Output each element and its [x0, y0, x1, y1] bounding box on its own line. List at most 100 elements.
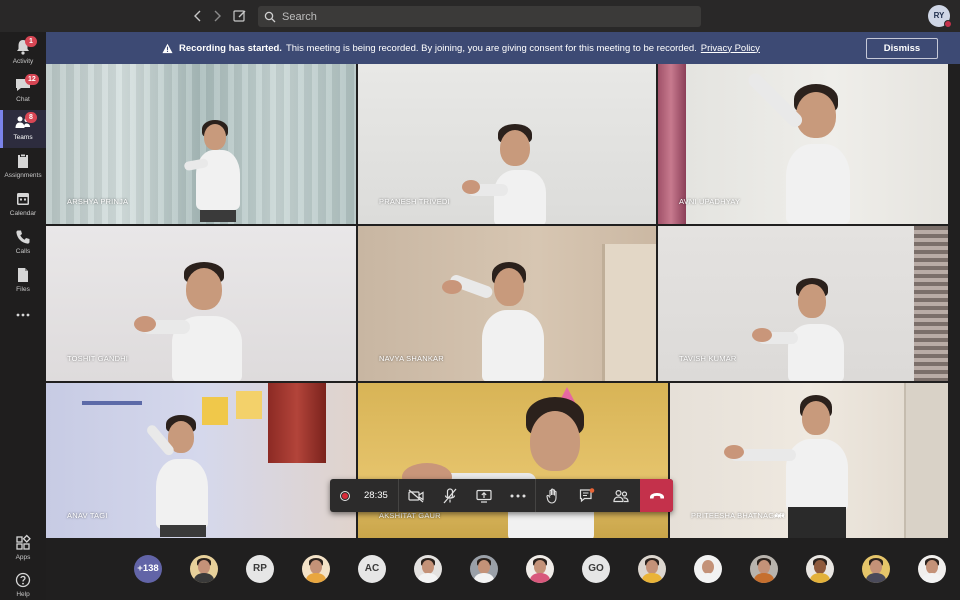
search-input[interactable]	[282, 10, 682, 23]
recording-banner: Recording has started. This meeting is b…	[46, 32, 960, 64]
banner-title: Recording has started.	[179, 42, 282, 54]
assignments-icon	[18, 154, 28, 168]
search-box[interactable]	[258, 6, 701, 27]
search-icon	[264, 11, 276, 22]
user-avatar[interactable]: RY	[928, 5, 952, 28]
show-participants-button[interactable]	[604, 479, 638, 512]
participant-avatar[interactable]	[694, 555, 722, 583]
participant-figure	[442, 260, 558, 381]
participant-figure	[134, 260, 252, 381]
participant-name: NAVYA SHANKAR	[379, 354, 444, 363]
more-options-icon[interactable]: •••	[774, 511, 785, 522]
avatar-initials: AC	[364, 563, 380, 574]
chat-badge: 12	[25, 74, 39, 85]
chevron-right-icon	[214, 10, 221, 22]
avatar-photo	[198, 560, 210, 574]
phone-icon	[16, 230, 30, 244]
avatar-photo	[642, 573, 662, 583]
call-controls: 28:35	[330, 479, 673, 512]
participant-avatar[interactable]	[806, 555, 834, 583]
participant-name: ARSHYA PRINJA	[67, 197, 129, 206]
participant-avatar[interactable]	[638, 555, 666, 583]
participant-avatar[interactable]: AC	[358, 555, 386, 583]
participant-avatar[interactable]	[190, 555, 218, 583]
participant-avatar[interactable]: GO	[582, 555, 610, 583]
forward-button[interactable]	[209, 8, 225, 24]
wall-shelf	[82, 401, 142, 405]
avatar-photo	[810, 573, 830, 583]
rail-item-apps[interactable]: Apps	[0, 530, 46, 568]
hand-icon	[546, 488, 557, 504]
participant-figure	[462, 122, 558, 224]
participant-avatar[interactable]	[862, 555, 890, 583]
rail-item-activity[interactable]: Activity 1	[0, 34, 46, 72]
rail-item-assignments[interactable]: Assignments	[0, 148, 46, 186]
avatar-photo	[702, 560, 714, 574]
activity-badge: 1	[25, 36, 37, 47]
overflow-count: +138	[137, 563, 159, 574]
avatar-photo	[758, 560, 770, 574]
rail-item-teams[interactable]: Teams 8	[0, 110, 46, 148]
participant-avatar[interactable]	[750, 555, 778, 583]
rail-item-files[interactable]: Files	[0, 262, 46, 300]
rail-item-chat[interactable]: Chat 12	[0, 72, 46, 110]
recording-indicator-icon	[340, 490, 350, 501]
ellipsis-icon	[510, 494, 526, 497]
hang-up-button[interactable]	[640, 479, 673, 512]
avatar-photo	[922, 573, 942, 583]
hang-up-icon	[649, 492, 664, 498]
video-tile[interactable]: AVNI UPADHYAY	[658, 64, 948, 224]
video-tile[interactable]: TOSHIT GANDHI	[46, 226, 356, 381]
dismiss-button[interactable]: Dismiss	[866, 38, 938, 59]
share-screen-button[interactable]	[467, 479, 501, 512]
avatar-initials: GO	[588, 563, 604, 574]
participant-avatar[interactable]	[414, 555, 442, 583]
rail-item-calls[interactable]: Calls	[0, 224, 46, 262]
camera-toggle-button[interactable]	[399, 479, 433, 512]
more-apps-button[interactable]	[0, 302, 46, 324]
participant-name: PRANESH TRIVEDI	[379, 197, 450, 206]
mic-toggle-button[interactable]	[433, 479, 467, 512]
more-actions-button[interactable]	[501, 479, 535, 512]
more-participants-button[interactable]: +138	[134, 555, 162, 583]
video-tile[interactable]: PRANESH TRIVEDI	[358, 64, 656, 224]
avatar-photo	[478, 560, 490, 574]
participant-name: AVNI UPADHYAY	[679, 197, 741, 206]
wall-decoration	[236, 391, 262, 419]
rail-item-calendar[interactable]: Calendar	[0, 186, 46, 224]
calendar-icon	[17, 193, 29, 205]
window-blind	[914, 226, 948, 381]
ellipsis-icon	[16, 313, 30, 317]
avatar-photo	[814, 560, 826, 574]
video-tile[interactable]: AKSHITAT GAUR	[358, 383, 668, 538]
new-chat-button[interactable]	[232, 8, 248, 24]
rail-item-label: Calendar	[9, 210, 37, 217]
video-tile[interactable]: ARSHYA PRINJA	[46, 64, 356, 224]
avatar-photo	[646, 560, 658, 574]
conversation-icon	[579, 488, 595, 503]
video-tile[interactable]: PRITEESHA BHATNAGAR •••	[670, 383, 948, 538]
participant-avatar[interactable]	[302, 555, 330, 583]
warning-icon	[162, 43, 173, 53]
video-tile[interactable]: TAVISH KUMAR	[658, 226, 948, 381]
participant-name: AKSHITAT GAUR	[379, 511, 441, 520]
participant-avatar[interactable]	[526, 555, 554, 583]
video-tile[interactable]: ANAV TAGI	[46, 383, 356, 538]
avatar-photo	[422, 560, 434, 574]
banner-message: This meeting is being recorded. By joini…	[285, 42, 697, 54]
participant-avatar[interactable]	[470, 555, 498, 583]
back-button[interactable]	[190, 8, 206, 24]
file-icon	[18, 268, 28, 282]
show-conversation-button[interactable]	[570, 479, 604, 512]
raise-hand-button[interactable]	[536, 479, 570, 512]
avatar-photo	[418, 573, 438, 583]
avatar-photo	[698, 573, 718, 583]
participant-avatar[interactable]: RP	[246, 555, 274, 583]
video-tile[interactable]: NAVYA SHANKAR	[358, 226, 656, 381]
avatar-photo	[306, 573, 326, 583]
privacy-policy-link[interactable]: Privacy Policy	[701, 43, 760, 54]
participant-avatar[interactable]	[918, 555, 946, 583]
avatar-photo	[194, 573, 214, 583]
rail-item-help[interactable]: Help	[0, 567, 46, 600]
participant-name: TAVISH KUMAR	[679, 354, 737, 363]
